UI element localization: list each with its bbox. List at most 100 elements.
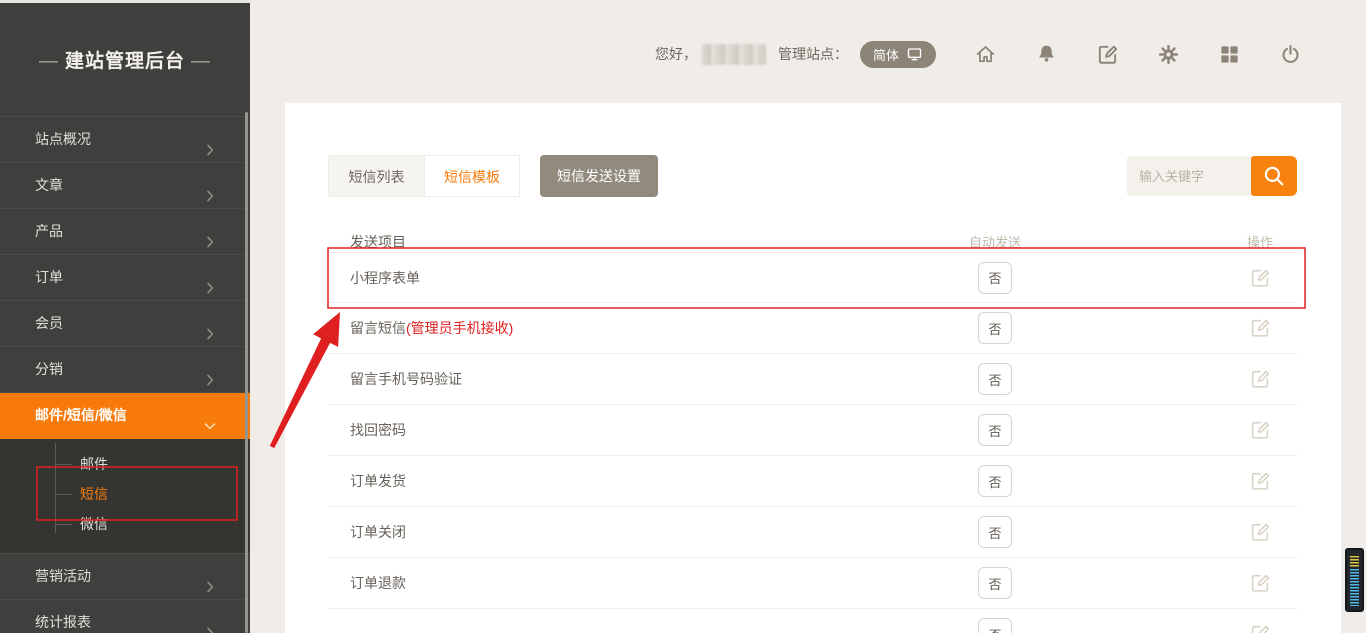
auto-send-toggle-button[interactable]: 否 xyxy=(978,567,1012,599)
power-icon[interactable] xyxy=(1278,42,1302,66)
floating-widget[interactable] xyxy=(1345,548,1364,612)
sidebar-item[interactable]: 站点概况 xyxy=(0,117,250,163)
chevron-right-icon xyxy=(202,315,218,331)
sidebar-subitem[interactable]: 邮件 xyxy=(0,449,250,479)
admin-page: —建站管理后台— 站点概况 文章 产品 订单 会员 分销 邮件/短信/微信 xyxy=(0,0,1366,633)
title-dash-right: — xyxy=(185,51,217,72)
table-row: 订单退款 否 xyxy=(328,558,1297,609)
sidebar-title: —建站管理后台— xyxy=(0,46,250,73)
language-site-pill[interactable]: 简体 xyxy=(860,41,936,68)
sidebar-item[interactable]: 统计报表 xyxy=(0,600,250,633)
col-send-item: 发送项目 xyxy=(328,232,955,252)
chevron-right-icon xyxy=(202,361,218,377)
sidebar-item[interactable]: 会员 xyxy=(0,301,250,347)
sidebar-item-label: 订单 xyxy=(35,269,63,285)
sidebar-item-label: 邮件/短信/微信 xyxy=(35,407,127,423)
apps-grid-icon[interactable] xyxy=(1217,42,1241,66)
monitor-icon xyxy=(906,46,923,62)
sidebar-item[interactable]: 邮件/短信/微信 xyxy=(0,393,250,439)
edit-row-icon[interactable] xyxy=(1249,470,1271,492)
row-label: 订单发货 xyxy=(328,471,955,491)
gear-icon[interactable] xyxy=(1156,42,1180,66)
sidebar-scrollbar[interactable] xyxy=(245,112,248,633)
sidebar-item-label: 分销 xyxy=(35,361,63,377)
sidebar-item-label: 站点概况 xyxy=(35,131,91,147)
table-row: 订单关闭 否 xyxy=(328,507,1297,558)
bell-icon[interactable] xyxy=(1034,42,1058,66)
sidebar-item-label: 会员 xyxy=(35,315,63,331)
search-icon xyxy=(1261,163,1287,189)
tab-button-label: 短信发送设置 xyxy=(557,168,641,184)
table-header: 发送项目 自动发送 操作 xyxy=(328,232,1297,252)
sidebar-top-strip xyxy=(0,0,250,3)
table-row: 小程序表单 否 xyxy=(328,252,1297,303)
table-row: 找回密码 否 xyxy=(328,405,1297,456)
chevron-right-icon xyxy=(202,407,218,423)
auto-send-toggle-button[interactable]: 否 xyxy=(978,465,1012,497)
row-label: 留言手机号码验证 xyxy=(328,369,955,389)
language-pill-label: 简体 xyxy=(873,45,899,64)
edit-row-icon[interactable] xyxy=(1249,368,1271,390)
sidebar-item-label: 文章 xyxy=(35,177,63,193)
sidebar-item[interactable]: 营销活动 xyxy=(0,554,250,600)
col-operation: 操作 xyxy=(1230,232,1290,252)
table-row: 留言短信(管理员手机接收) 否 xyxy=(328,303,1297,354)
table-body: 小程序表单 否 留言短信(管理员手机接收) 否 留言手机号码验证 否 找回密 xyxy=(328,252,1297,633)
table-row: 订单发货 否 xyxy=(328,456,1297,507)
search-button[interactable] xyxy=(1251,156,1297,196)
chevron-right-icon xyxy=(202,614,218,630)
chevron-right-icon xyxy=(202,177,218,193)
table-row: 留言手机号码验证 否 xyxy=(328,354,1297,405)
tab[interactable]: 短信列表 xyxy=(328,155,424,197)
title-dash-left: — xyxy=(33,51,65,72)
tab-button[interactable]: 短信发送设置 xyxy=(540,155,658,197)
sidebar-subitem[interactable]: 短信 xyxy=(0,479,250,509)
row-label: 留言短信(管理员手机接收) xyxy=(328,318,955,338)
auto-send-toggle-button[interactable]: 否 xyxy=(978,516,1012,548)
row-label: 小程序表单 xyxy=(328,268,955,288)
auto-send-toggle-button[interactable]: 否 xyxy=(978,262,1012,294)
edit-row-icon[interactable] xyxy=(1249,267,1271,289)
sidebar-item[interactable]: 文章 xyxy=(0,163,250,209)
search-bar xyxy=(1127,156,1297,196)
manage-site-label: 管理站点： xyxy=(778,44,848,64)
tab-label: 短信列表 xyxy=(349,169,405,185)
auto-send-toggle-button[interactable]: 否 xyxy=(978,363,1012,395)
chevron-right-icon xyxy=(202,568,218,584)
col-auto-send: 自动发送 xyxy=(955,232,1035,252)
sidebar-subitem-label: 邮件 xyxy=(80,456,108,472)
home-icon[interactable] xyxy=(973,42,997,66)
widget-yellow-bars xyxy=(1350,556,1359,568)
search-input[interactable] xyxy=(1127,156,1251,196)
edit-row-icon[interactable] xyxy=(1249,572,1271,594)
auto-send-toggle-button[interactable]: 否 xyxy=(978,312,1012,344)
sidebar-item[interactable]: 产品 xyxy=(0,209,250,255)
widget-blue-bars xyxy=(1350,569,1359,606)
sidebar-subitem-label: 短信 xyxy=(80,486,108,502)
greeting-text: 您好， xyxy=(655,44,697,64)
table-row: 否 xyxy=(328,609,1297,633)
edit-row-icon[interactable] xyxy=(1249,521,1271,543)
edit-row-icon[interactable] xyxy=(1249,623,1271,633)
sidebar-item[interactable]: 分销 xyxy=(0,347,250,393)
sidebar-item[interactable]: 订单 xyxy=(0,255,250,301)
edit-row-icon[interactable] xyxy=(1249,317,1271,339)
auto-send-toggle-button[interactable]: 否 xyxy=(978,414,1012,446)
sidebar-subitem-label: 微信 xyxy=(80,516,108,532)
auto-send-toggle-button[interactable]: 否 xyxy=(978,618,1012,633)
content-panel: 短信列表 短信模板 短信发送设置 发送项目 自动发送 操作 小程序表单 否 xyxy=(285,103,1341,633)
row-label: 订单退款 xyxy=(328,573,955,593)
edit-row-icon[interactable] xyxy=(1249,419,1271,441)
sidebar-title-text: 建站管理后台 xyxy=(65,51,185,72)
chevron-right-icon xyxy=(202,131,218,147)
tabs: 短信列表 短信模板 短信发送设置 xyxy=(328,155,658,197)
row-label: 找回密码 xyxy=(328,420,955,440)
chevron-right-icon xyxy=(202,269,218,285)
edit-icon[interactable] xyxy=(1095,42,1119,66)
censored-username xyxy=(702,44,766,65)
tab[interactable]: 短信模板 xyxy=(424,155,520,197)
sidebar-submenu: 邮件 短信 微信 xyxy=(0,439,250,554)
sidebar-item-label: 产品 xyxy=(35,223,63,239)
topbar: 您好， 管理站点： 简体 xyxy=(250,0,1366,103)
sidebar-subitem[interactable]: 微信 xyxy=(0,509,250,539)
